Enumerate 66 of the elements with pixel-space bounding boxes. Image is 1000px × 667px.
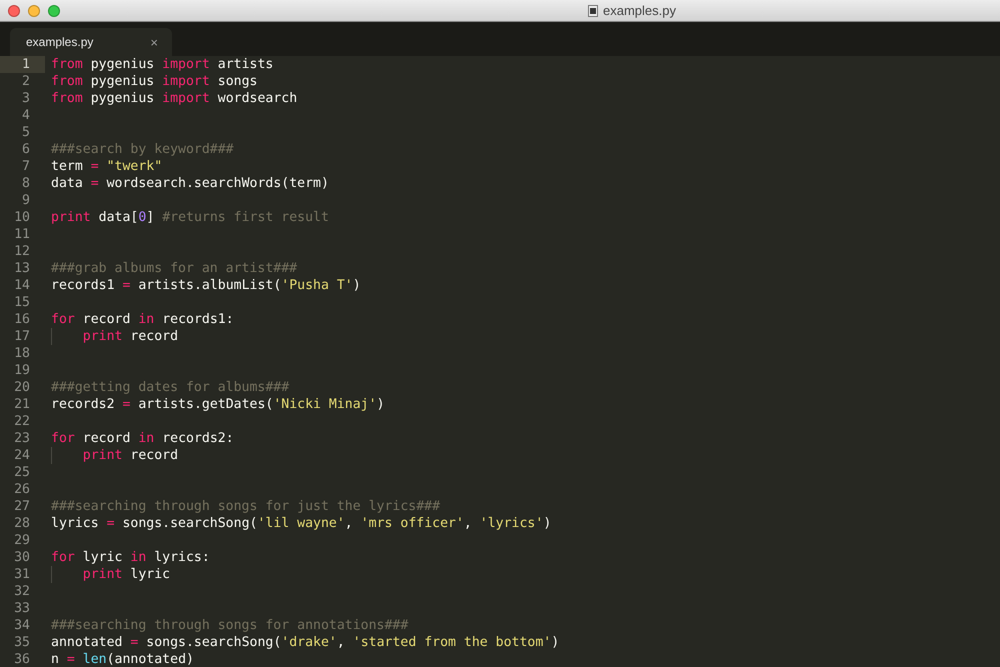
line-number: 28 xyxy=(13,515,31,532)
code-line: records1 = artists.albumList('Pusha T') xyxy=(51,277,361,294)
minimize-window-button[interactable] xyxy=(28,4,40,16)
line-number: 23 xyxy=(13,430,31,447)
editor-tab[interactable]: examples.py × xyxy=(10,28,172,56)
line-number: 18 xyxy=(13,345,31,362)
line-number: 35 xyxy=(13,634,31,651)
line-number: 25 xyxy=(13,464,31,481)
code-line: ###searching through songs for just the lyrics### xyxy=(51,498,440,515)
code-line: ###search by keyword### xyxy=(51,141,234,158)
code-line: from pygenius import songs xyxy=(51,73,258,90)
line-number: 12 xyxy=(13,243,31,260)
line-number: 24 xyxy=(13,447,31,464)
code-line: data = wordsearch.searchWords(term) xyxy=(51,175,329,192)
code-line: ###getting dates for albums### xyxy=(51,379,290,396)
tab-close-button[interactable]: × xyxy=(150,34,158,50)
code-line: for lyric in lyrics: xyxy=(51,549,210,566)
line-number: 21 xyxy=(13,396,31,413)
code-line: lyrics = songs.searchSong('lil wayne', 'mrs officer', 'lyrics') xyxy=(51,515,552,532)
code-line: annotated = songs.searchSong('drake', 'started from the bottom') xyxy=(51,634,560,651)
code-line: from pygenius import wordsearch xyxy=(51,90,298,107)
line-number: 33 xyxy=(13,600,31,617)
line-number: 14 xyxy=(13,277,31,294)
code-line: records2 = artists.getDates('Nicki Minaj') xyxy=(51,396,385,413)
line-number: 3 xyxy=(21,90,31,107)
code-line: print record xyxy=(51,328,178,345)
line-number: 22 xyxy=(13,413,31,430)
line-number: 27 xyxy=(13,498,31,515)
line-number: 16 xyxy=(13,311,31,328)
line-number: 7 xyxy=(21,158,31,175)
code-line: print data[0] #returns first result xyxy=(51,209,329,226)
line-number: 31 xyxy=(13,566,31,583)
line-number: 4 xyxy=(21,107,31,124)
document-icon xyxy=(588,4,598,16)
line-number: 32 xyxy=(13,583,31,600)
code-line: print record xyxy=(51,447,178,464)
tab-label: examples.py xyxy=(26,35,94,49)
line-number: 2 xyxy=(21,73,31,90)
line-number: 15 xyxy=(13,294,31,311)
line-number: 29 xyxy=(13,532,31,549)
line-number: 8 xyxy=(21,175,31,192)
line-number: 5 xyxy=(21,124,31,141)
line-number: 17 xyxy=(13,328,31,345)
line-number: 11 xyxy=(13,226,31,243)
line-number: 36 xyxy=(13,651,31,667)
code-line: for record in records1: xyxy=(51,311,234,328)
code-line: ###searching through songs for annotations### xyxy=(51,617,408,634)
code-line: from pygenius import artists xyxy=(51,56,274,73)
code-line: term = "twerk" xyxy=(51,158,162,175)
line-number: 13 xyxy=(13,260,31,277)
line-number: 30 xyxy=(13,549,31,566)
zoom-window-button[interactable] xyxy=(48,4,60,16)
code-line: print lyric xyxy=(51,566,170,583)
window-title: examples.py xyxy=(603,3,676,18)
line-number: 34 xyxy=(13,617,31,634)
line-number: 10 xyxy=(13,209,31,226)
line-number: 20 xyxy=(13,379,31,396)
line-number: 19 xyxy=(13,362,31,379)
code-line: ###grab albums for an artist### xyxy=(51,260,298,277)
code-line: for record in records2: xyxy=(51,430,234,447)
line-number: 26 xyxy=(13,481,31,498)
code-line: n = len(annotated) xyxy=(51,651,194,667)
close-window-button[interactable] xyxy=(8,4,20,16)
line-number: 1 xyxy=(0,56,45,73)
line-number: 6 xyxy=(21,141,31,158)
line-number: 9 xyxy=(21,192,31,209)
